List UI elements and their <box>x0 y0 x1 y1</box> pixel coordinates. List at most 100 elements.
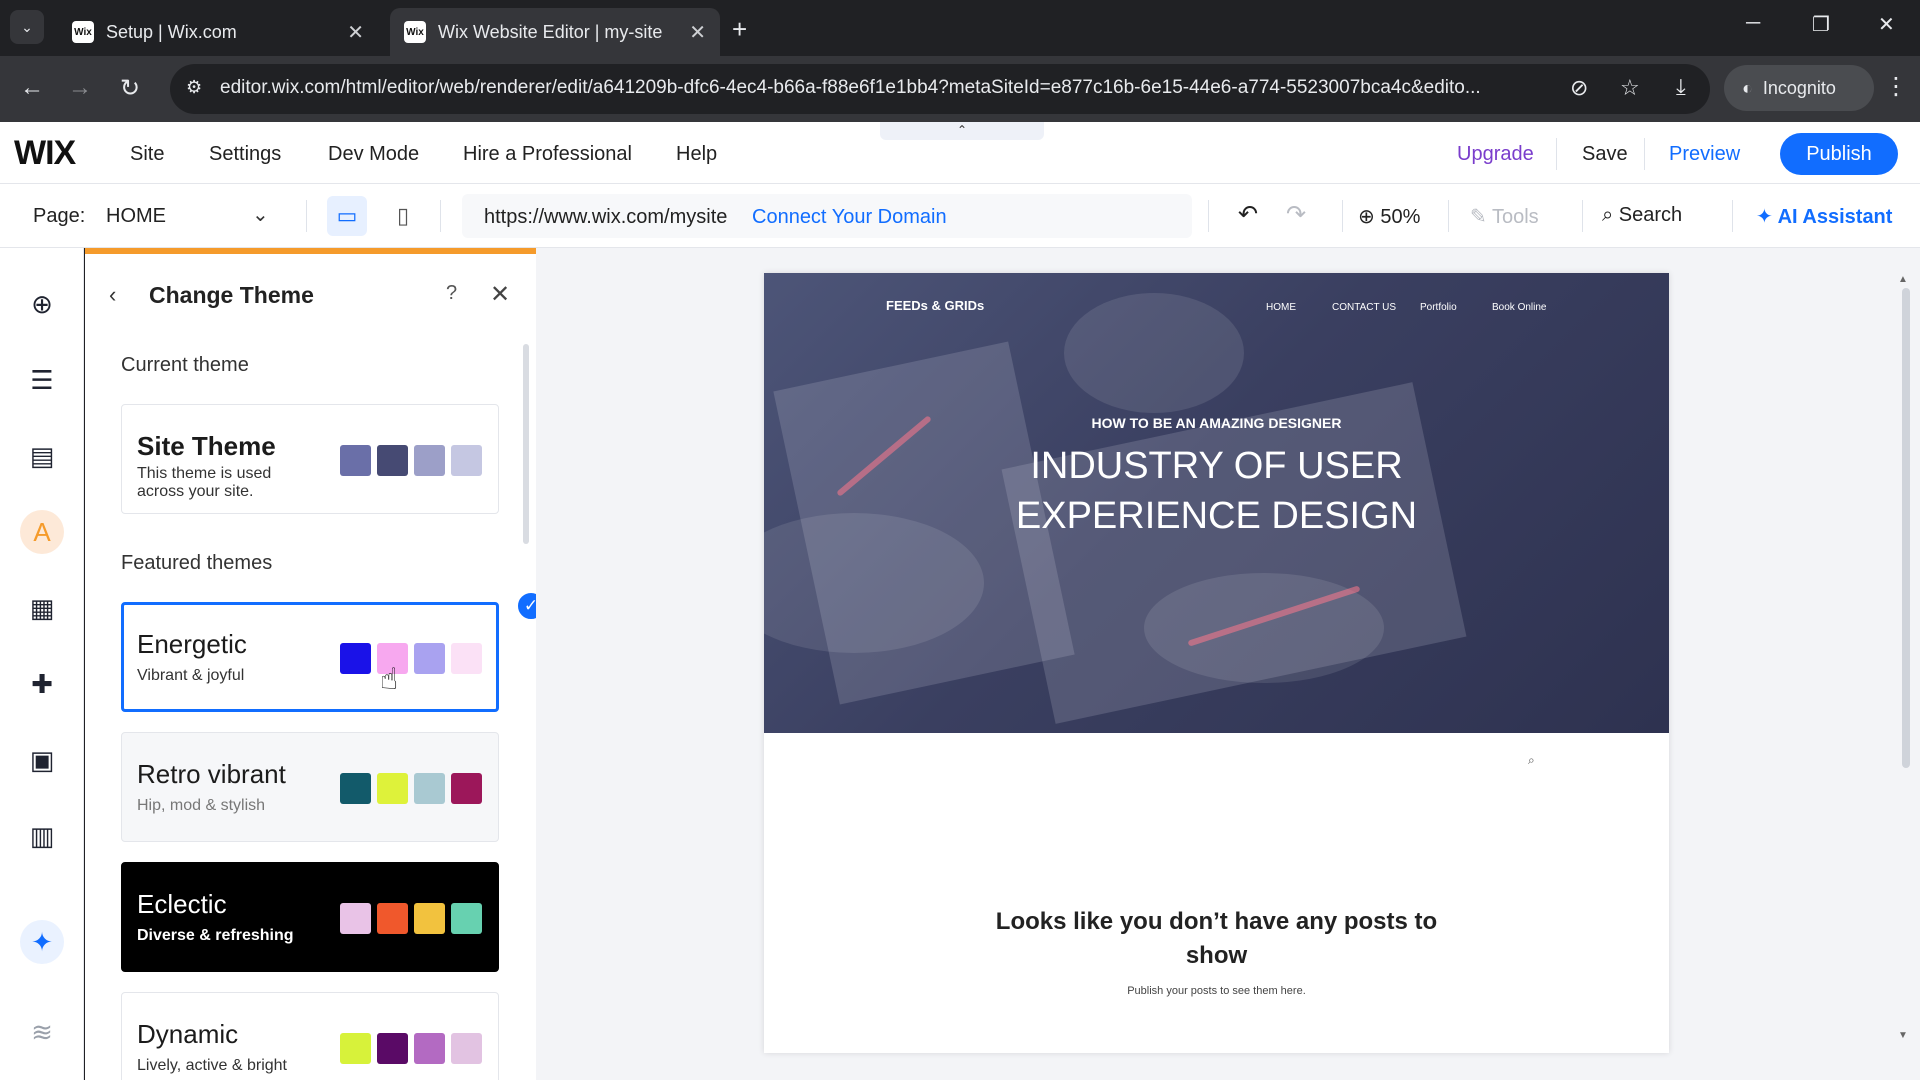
scroll-up-icon[interactable]: ▲ <box>1898 274 1908 285</box>
browser-address-bar: ← → ↻ ⚙ editor.wix.com/html/editor/web/r… <box>0 56 1920 122</box>
tools-label: Tools <box>1491 206 1539 228</box>
desktop-view-icon[interactable]: ▭ <box>327 196 367 236</box>
layers-icon[interactable]: ≋ <box>20 1010 64 1054</box>
eye-off-icon[interactable]: ⊘ <box>1570 75 1588 101</box>
pages-icon[interactable]: ▤ <box>20 434 64 478</box>
upgrade-button[interactable]: Upgrade <box>1457 143 1534 166</box>
divider <box>306 200 307 232</box>
divider <box>1208 200 1209 232</box>
close-tab-icon[interactable]: ✕ <box>347 20 364 45</box>
theme-name: Site Theme <box>137 431 276 461</box>
ai-sparkle-icon[interactable]: ✦ <box>20 920 64 964</box>
ai-assistant-label: AI Assistant <box>1777 206 1893 228</box>
chevron-down-icon[interactable]: ⌄ <box>252 202 269 227</box>
theme-swatches <box>340 643 482 674</box>
hero-section[interactable]: FEEDs & GRIDs HOME CONTACT US Portfolio … <box>764 273 1669 733</box>
theme-desc: Lively, active & bright <box>137 1057 287 1074</box>
theme-card-site-theme[interactable]: Site Theme This theme is used across you… <box>121 404 499 514</box>
color-swatch <box>377 1033 408 1064</box>
color-swatch <box>377 773 408 804</box>
mobile-view-icon[interactable]: ▯ <box>383 196 423 236</box>
zoom-control[interactable]: ⊕ 50% <box>1358 204 1420 229</box>
media-icon[interactable]: ▣ <box>20 738 64 782</box>
scroll-down-icon[interactable]: ▼ <box>1898 1030 1908 1041</box>
new-tab-icon[interactable]: + <box>732 14 747 45</box>
theme-card-dynamic[interactable]: Dynamic Lively, active & bright <box>121 992 499 1080</box>
menu-help[interactable]: Help <box>676 143 717 166</box>
hero-kicker: HOW TO BE AN AMAZING DESIGNER <box>1091 415 1342 431</box>
menu-hire-professional[interactable]: Hire a Professional <box>463 143 632 166</box>
apps-icon[interactable]: ▦ <box>20 586 64 630</box>
theme-swatches <box>340 445 482 476</box>
ai-assistant-button[interactable]: ✦ AI Assistant <box>1756 204 1892 229</box>
site-url: https://www.wix.com/mysite <box>484 206 728 228</box>
theme-desc: Hip, mod & stylish <box>137 797 266 814</box>
site-nav-book-online[interactable]: Book Online <box>1492 302 1546 313</box>
bookmark-star-icon[interactable]: ☆ <box>1620 75 1640 101</box>
back-icon[interactable]: ← <box>20 74 44 102</box>
site-logo[interactable]: FEEDs & GRIDs <box>886 298 984 313</box>
tab-search-icon[interactable]: ⌄ <box>10 10 44 44</box>
wix-logo[interactable]: WIX <box>14 134 76 173</box>
site-design-icon[interactable]: A <box>20 510 64 554</box>
theme-swatches <box>340 773 482 804</box>
connect-domain-link[interactable]: Connect Your Domain <box>752 206 947 229</box>
theme-card-retro-vibrant[interactable]: Retro vibrant Hip, mod & stylish <box>121 732 499 842</box>
add-elements-icon[interactable]: ⊕ <box>20 282 64 326</box>
change-theme-panel: ‹ Change Theme ? ✕ Current theme Site Th… <box>85 248 546 1080</box>
restore-icon[interactable]: ❐ <box>1812 12 1830 37</box>
help-icon[interactable]: ? <box>446 282 457 305</box>
color-swatch <box>340 773 371 804</box>
cms-icon[interactable]: ▥ <box>20 814 64 858</box>
tools-button[interactable]: ✎ Tools <box>1470 204 1539 229</box>
close-icon[interactable]: ✕ <box>490 280 510 309</box>
redo-icon[interactable]: ↷ <box>1286 200 1306 229</box>
site-info-icon[interactable]: ⚙ <box>186 77 202 98</box>
tab-title: Wix Website Editor | my-site <box>438 21 663 42</box>
canvas-scrollbar[interactable] <box>1902 288 1910 768</box>
site-nav-home[interactable]: HOME <box>1266 302 1296 313</box>
add-section-icon[interactable]: ☰ <box>20 358 64 402</box>
theme-swatches <box>340 1033 482 1064</box>
publish-button[interactable]: Publish <box>1780 133 1898 175</box>
close-tab-icon[interactable]: ✕ <box>689 20 706 45</box>
omnibox[interactable]: ⚙ editor.wix.com/html/editor/web/rendere… <box>170 64 1710 114</box>
search-button[interactable]: ⌕ Search <box>1602 204 1682 227</box>
url-text[interactable]: editor.wix.com/html/editor/web/renderer/… <box>220 77 1560 99</box>
site-nav-portfolio[interactable]: Portfolio <box>1420 302 1457 313</box>
forward-icon[interactable]: → <box>68 74 92 102</box>
editor-canvas: FEEDs & GRIDs HOME CONTACT US Portfolio … <box>536 248 1920 1080</box>
theme-card-eclectic[interactable]: Eclectic Diverse & refreshing <box>121 862 499 972</box>
reload-icon[interactable]: ↻ <box>120 74 140 103</box>
color-swatch <box>414 445 445 476</box>
collapse-toolbar-icon[interactable]: ⌃ <box>880 122 1044 140</box>
back-chevron-icon[interactable]: ‹ <box>109 282 116 308</box>
site-nav-contact[interactable]: CONTACT US <box>1332 302 1396 313</box>
blog-search-icon[interactable]: ⌕ <box>1528 753 1535 768</box>
incognito-badge[interactable]: ◐ Incognito <box>1724 65 1874 111</box>
browser-tab-editor[interactable]: Wix Wix Website Editor | my-site ✕ <box>390 8 720 56</box>
hand-cursor-icon: ☝ <box>380 663 399 696</box>
browser-tab-setup[interactable]: Wix Setup | Wix.com ✕ <box>58 8 378 56</box>
hero-title-line: INDUSTRY OF USER <box>1030 445 1403 487</box>
app-market-icon[interactable]: ✚ <box>20 662 64 706</box>
menu-dev-mode[interactable]: Dev Mode <box>328 143 419 166</box>
wix-favicon-icon: Wix <box>404 21 426 43</box>
preview-button[interactable]: Preview <box>1669 143 1740 166</box>
zoom-level: 50% <box>1380 206 1421 228</box>
minimize-icon[interactable]: ─ <box>1746 12 1760 35</box>
page-selector[interactable]: HOME <box>106 205 166 228</box>
site-preview[interactable]: FEEDs & GRIDs HOME CONTACT US Portfolio … <box>764 273 1669 1053</box>
color-swatch <box>451 903 482 934</box>
menu-settings[interactable]: Settings <box>209 143 281 166</box>
undo-icon[interactable]: ↶ <box>1238 200 1258 229</box>
color-swatch <box>340 643 371 674</box>
menu-site[interactable]: Site <box>130 143 164 166</box>
download-icon[interactable]: ⤓ <box>1676 74 1686 100</box>
browser-menu-icon[interactable]: ⋮ <box>1884 72 1908 101</box>
save-button[interactable]: Save <box>1582 143 1628 166</box>
wix-top-bar: WIX ⌃ Site Settings Dev Mode Hire a Prof… <box>0 122 1920 184</box>
close-window-icon[interactable]: ✕ <box>1878 12 1895 37</box>
panel-scrollbar[interactable] <box>523 344 529 544</box>
theme-card-energetic[interactable]: ✓ Energetic Vibrant & joyful <box>121 591 546 712</box>
